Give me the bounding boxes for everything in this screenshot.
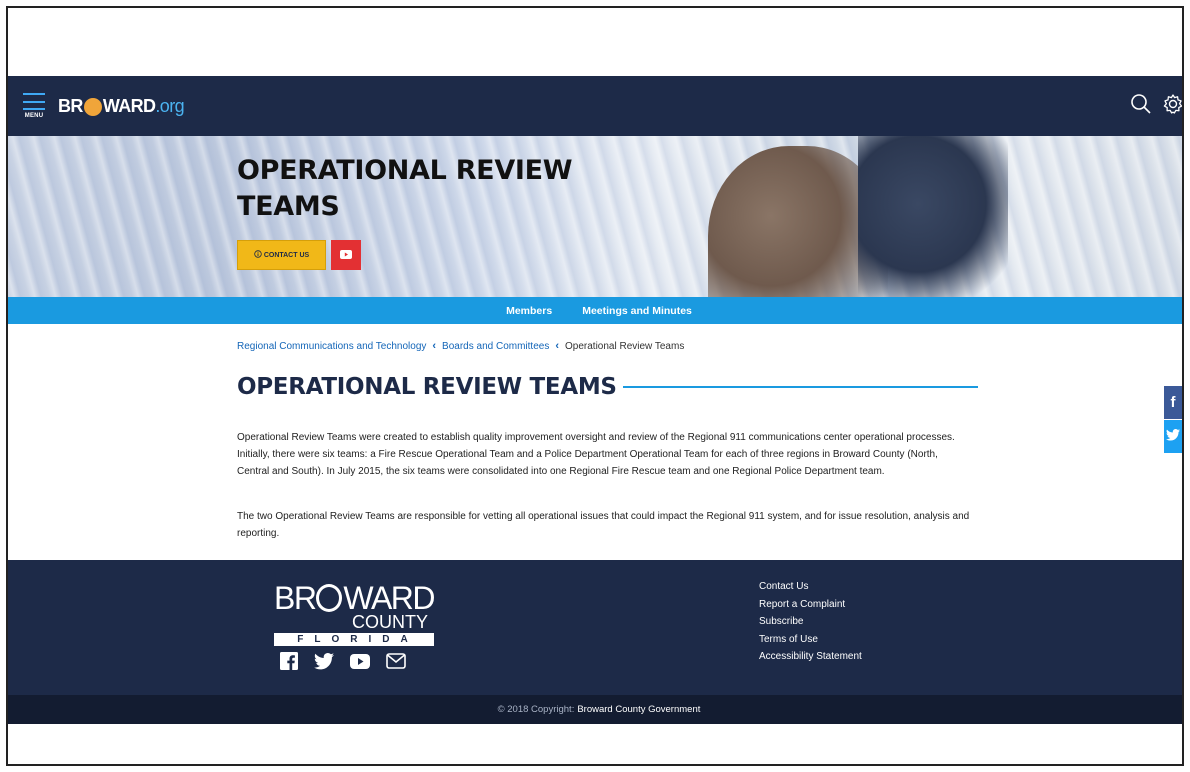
breadcrumb-boards-and-committees[interactable]: Boards and Committees: [442, 341, 549, 352]
top-navigation: MENU BR WARD .org: [8, 76, 1182, 136]
youtube-icon: [340, 246, 352, 264]
hero-photo-dress: [858, 136, 1008, 297]
footer-link-terms-of-use[interactable]: Terms of Use: [759, 633, 862, 648]
breadcrumb-regional-communications[interactable]: Regional Communications and Technology: [237, 341, 426, 352]
browser-frame: MENU BR WARD .org OPERATIONAL REVIEW TEA…: [6, 6, 1184, 766]
contact-us-button[interactable]: CONTACT US: [237, 240, 326, 270]
footer-logo-text-start: BR: [274, 580, 317, 616]
facebook-share-button[interactable]: f: [1164, 386, 1182, 419]
copyright-text: © 2018 Copyright:: [497, 704, 575, 715]
search-icon[interactable]: [1130, 93, 1152, 115]
responsibility-paragraph: The two Operational Review Teams are res…: [237, 511, 970, 539]
brand-text-end: WARD: [102, 95, 156, 116]
intro-paragraph: Operational Review Teams were created to…: [237, 432, 955, 477]
section-navigation: Members Meetings and Minutes: [8, 297, 1182, 324]
info-icon: [254, 250, 262, 260]
footer-link-report-complaint[interactable]: Report a Complaint: [759, 598, 862, 613]
page-title: OPERATIONAL REVIEW TEAMS: [237, 374, 617, 400]
footer-link-subscribe[interactable]: Subscribe: [759, 615, 862, 630]
hero-buttons: CONTACT US: [237, 240, 361, 270]
copyright-owner-link[interactable]: Broward County Government: [577, 704, 700, 715]
contact-us-label: CONTACT US: [263, 251, 310, 259]
main-content: Regional Communications and Technology ‹…: [8, 324, 1182, 560]
chevron-left-icon: ‹: [555, 340, 559, 352]
facebook-icon: f: [1170, 394, 1176, 411]
sun-logo-icon: [83, 98, 102, 116]
footer-logo-state: FLORIDA: [274, 633, 434, 646]
footer-logo-text-end: WARD: [343, 580, 435, 616]
menu-button[interactable]: MENU: [14, 93, 54, 119]
footer-logo-county: COUNTY: [352, 612, 428, 632]
copyright-bar: © 2018 Copyright: Broward County Governm…: [8, 695, 1182, 724]
broward-county-logo[interactable]: BR WARD COUNTY FLORIDA: [274, 580, 435, 646]
hero-banner: OPERATIONAL REVIEW TEAMS CONTACT US: [8, 136, 1182, 297]
subnav-meetings-and-minutes[interactable]: Meetings and Minutes: [582, 305, 692, 317]
envelope-icon[interactable]: [386, 653, 406, 674]
gear-icon[interactable]: [1162, 93, 1182, 115]
footer: BR WARD COUNTY FLORIDA Contact Us Report…: [8, 560, 1182, 695]
hamburger-icon: [23, 93, 45, 110]
footer-link-contact-us[interactable]: Contact Us: [759, 580, 862, 595]
header-actions: [1130, 93, 1182, 115]
brand-text-start: BR: [58, 95, 83, 116]
twitter-icon: [1166, 428, 1180, 445]
breadcrumb: Regional Communications and Technology ‹…: [237, 340, 684, 352]
page-heading: OPERATIONAL REVIEW TEAMS: [237, 374, 978, 400]
subnav-members[interactable]: Members: [506, 305, 552, 317]
chevron-left-icon: ‹: [432, 340, 437, 352]
footer-links: Contact Us Report a Complaint Subscribe …: [759, 580, 862, 665]
page: MENU BR WARD .org OPERATIONAL REVIEW TEA…: [8, 76, 1182, 724]
breadcrumb-current: Operational Review Teams: [565, 340, 685, 352]
broward-org-logo[interactable]: BR WARD .org: [58, 95, 185, 117]
footer-link-accessibility[interactable]: Accessibility Statement: [759, 650, 862, 665]
menu-label: MENU: [24, 113, 44, 119]
twitter-icon[interactable]: [314, 652, 334, 675]
brand-suffix: .org: [155, 95, 185, 116]
youtube-icon[interactable]: [350, 653, 370, 674]
footer-social-links: [280, 652, 406, 675]
heading-divider: [622, 386, 978, 388]
youtube-button[interactable]: [331, 240, 361, 270]
twitter-share-button[interactable]: [1164, 420, 1182, 453]
facebook-icon[interactable]: [280, 652, 298, 675]
hero-title: OPERATIONAL REVIEW TEAMS: [237, 155, 573, 222]
floating-social-bar: f: [1164, 386, 1182, 453]
sun-logo-icon: [316, 584, 343, 612]
footer-logo-main: BR WARD: [274, 580, 435, 616]
